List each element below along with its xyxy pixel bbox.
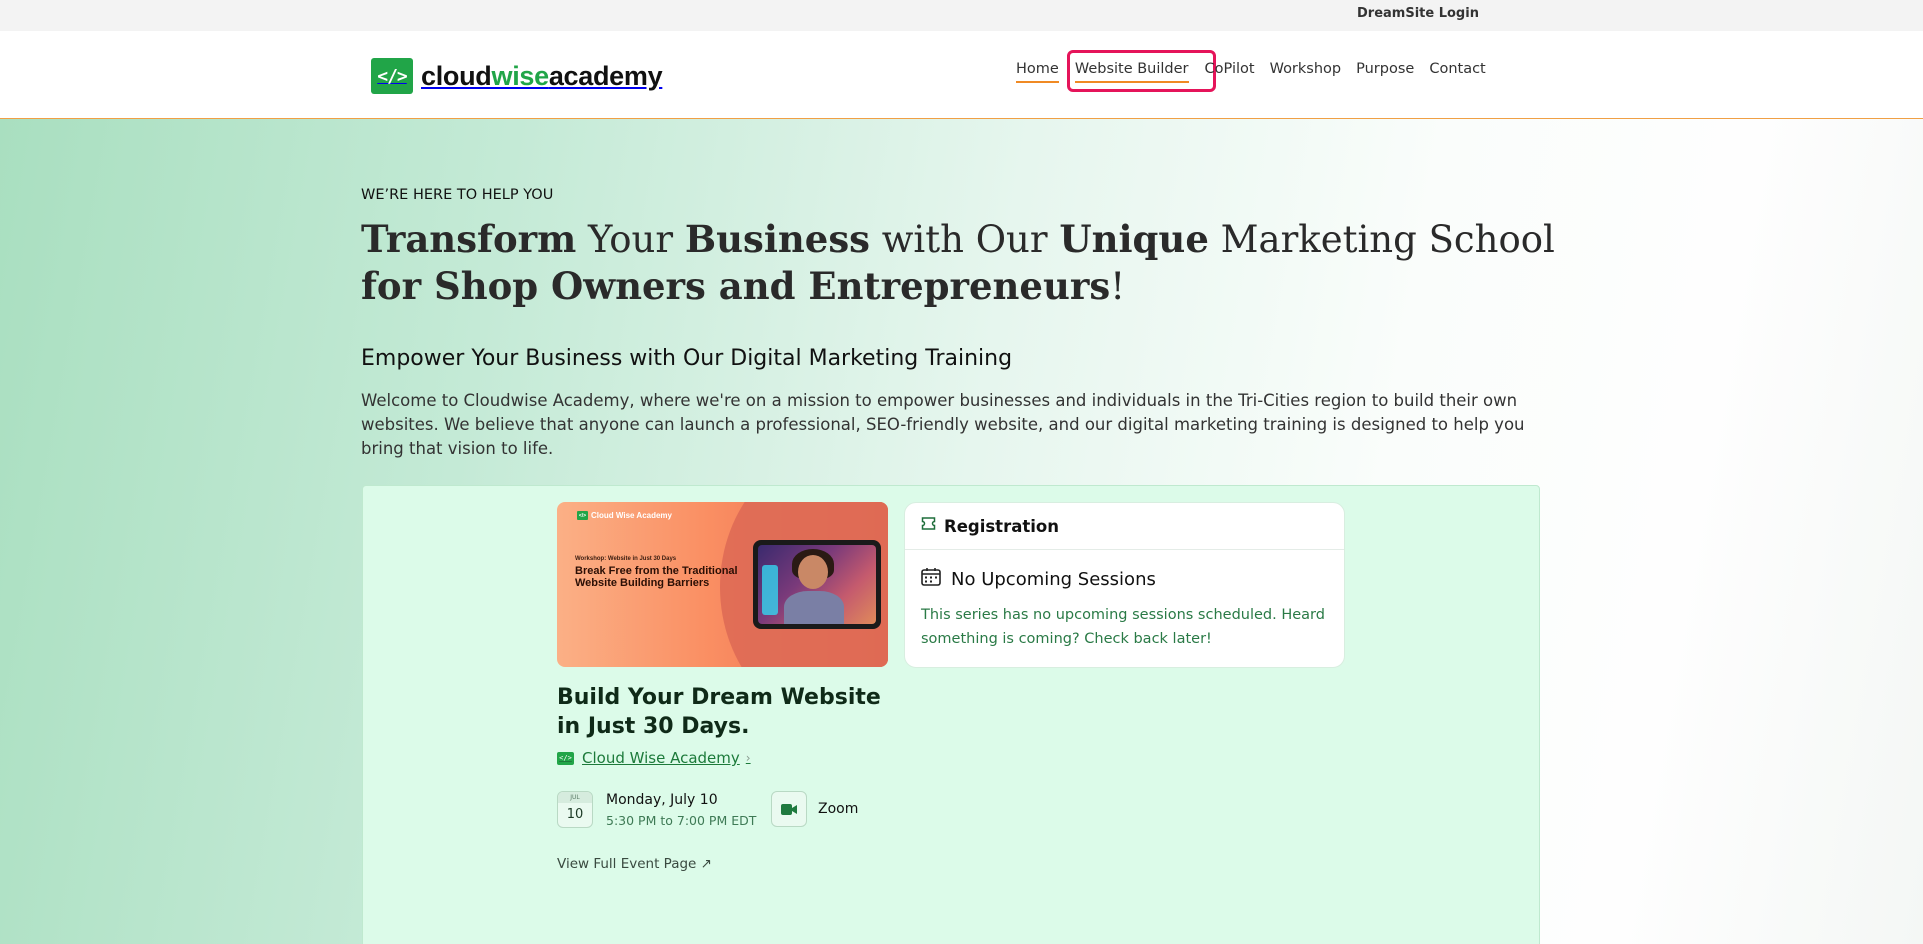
nav-purpose[interactable]: Purpose — [1356, 61, 1414, 83]
cover-brand: </> Cloud Wise Academy — [577, 511, 672, 520]
nav-contact[interactable]: Contact — [1429, 61, 1485, 83]
video-camera-icon — [771, 791, 807, 827]
headline-word: Your — [576, 218, 685, 261]
event-title: Build Your Dream Website in Just 30 Days… — [557, 685, 881, 739]
date-month: JUL — [558, 792, 592, 803]
nav-workshop[interactable]: Workshop — [1270, 61, 1342, 83]
hero-subheading: Empower Your Business with Our Digital M… — [361, 346, 1013, 371]
logo-part-cloud: cloud — [421, 60, 492, 91]
code-brackets-icon: </> — [371, 58, 413, 94]
registration-card: Registration No Upcoming Sessions This s… — [904, 502, 1345, 668]
hero-headline: Transform Your Business with Our Unique … — [361, 216, 1561, 310]
date-day: 10 — [566, 807, 584, 822]
top-utility-bar: DreamSite Login — [0, 0, 1923, 31]
calendar-date-badge: JUL 10 — [557, 791, 593, 828]
headline-word: Marketing School — [1208, 218, 1555, 261]
logo-part-wise: wise — [491, 60, 550, 91]
event-date: Monday, July 10 — [606, 792, 718, 808]
logo-part-academy: academy — [548, 60, 663, 91]
tablet-screen — [758, 545, 876, 624]
hero-intro-paragraph: Welcome to Cloudwise Academy, where we'r… — [361, 391, 1525, 458]
hero-eyebrow: WE’RE HERE TO HELP YOU — [361, 187, 554, 203]
logo-wordmark: cloudwiseacademy — [421, 60, 663, 92]
registration-header: Registration — [905, 503, 1344, 550]
calendar-icon — [921, 568, 941, 591]
cover-brand-text: Cloud Wise Academy — [591, 511, 672, 520]
code-brackets-icon: </> — [557, 751, 574, 765]
cover-title: Break Free from the Traditional Website … — [575, 565, 738, 589]
event-organizer-link[interactable]: </> Cloud Wise Academy › — [557, 749, 751, 767]
no-sessions-title: No Upcoming Sessions — [951, 569, 1156, 590]
view-full-event-link[interactable]: View Full Event Page ↗ — [557, 856, 712, 872]
tablet-illustration — [753, 540, 881, 629]
site-header: </> cloudwiseacademy Home Website Builde… — [0, 31, 1923, 119]
cover-kicker: Workshop: Website in Just 30 Days — [575, 556, 677, 562]
headline-word: Business — [684, 217, 870, 261]
main-nav: Home Website Builder CoPilot Workshop Pu… — [1016, 50, 1486, 92]
nav-website-builder-wrapper: Website Builder — [1066, 50, 1216, 92]
nav-website-builder[interactable]: Website Builder — [1074, 61, 1189, 83]
no-sessions-row: No Upcoming Sessions — [921, 568, 1328, 591]
nav-copilot[interactable]: CoPilot — [1205, 61, 1255, 83]
organizer-name: Cloud Wise Academy — [582, 749, 740, 767]
headline-word: for Shop Owners and Entrepreneurs — [361, 264, 1111, 308]
headline-word: with Our — [869, 218, 1060, 261]
event-location: Zoom — [818, 801, 859, 817]
event-widget: </> Cloud Wise Academy Workshop: Website … — [362, 485, 1540, 944]
neon-light — [762, 565, 778, 615]
dreamsite-login-link[interactable]: DreamSite Login — [1357, 6, 1479, 21]
chevron-right-icon: › — [745, 751, 751, 765]
event-time: 5:30 PM to 7:00 PM EDT — [606, 813, 757, 828]
headline-word: Transform — [361, 217, 577, 261]
registration-body: No Upcoming Sessions This series has no … — [905, 550, 1344, 651]
hero-section: WE’RE HERE TO HELP YOU Transform Your Bu… — [0, 119, 1923, 944]
ticket-icon — [921, 517, 936, 535]
event-cover-image[interactable]: </> Cloud Wise Academy Workshop: Website … — [557, 502, 888, 667]
person-face — [798, 555, 828, 589]
site-logo[interactable]: </> cloudwiseacademy — [371, 58, 663, 94]
headline-word: Unique — [1059, 217, 1209, 261]
headline-word: ! — [1110, 265, 1126, 308]
no-sessions-message: This series has no upcoming sessions sch… — [921, 607, 1325, 647]
code-brackets-icon: </> — [577, 511, 588, 520]
nav-home[interactable]: Home — [1016, 61, 1059, 83]
registration-title: Registration — [944, 516, 1059, 536]
person-body — [784, 591, 844, 624]
